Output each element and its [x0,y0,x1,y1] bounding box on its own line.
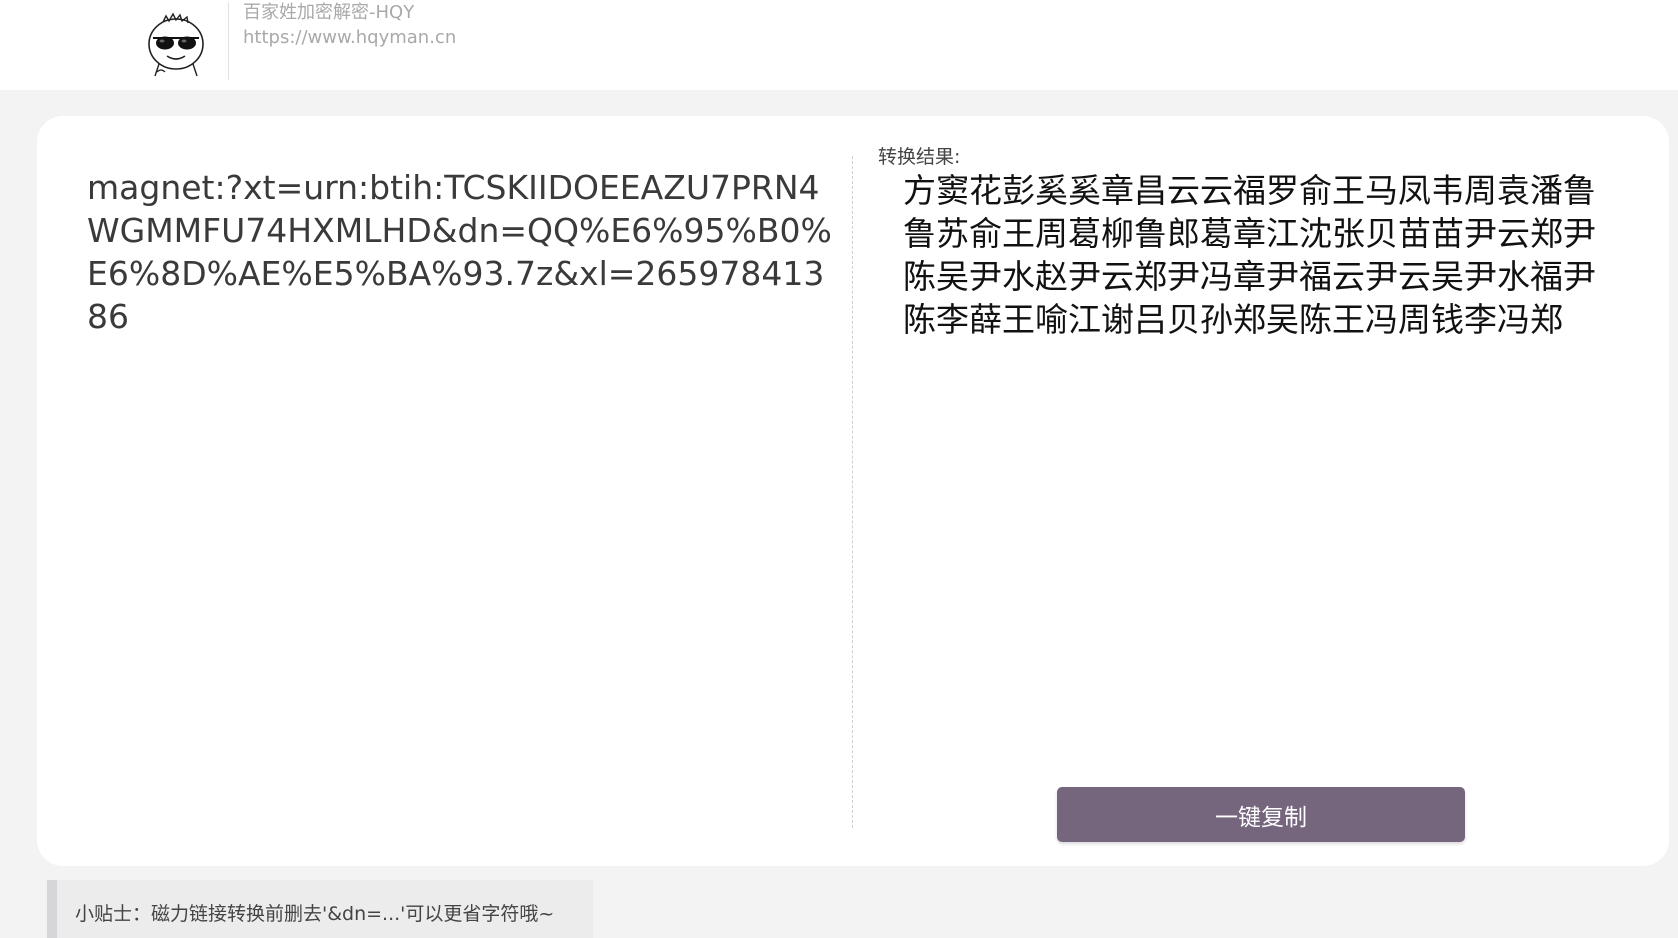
converter-card: magnet:?xt=urn:btih:TCSKIIDOEEAZU7PRN4WG… [37,116,1669,866]
result-output: 方窦花彭奚奚章昌云云福罗俞王马凤韦周袁潘鲁鲁苏俞王周葛柳鲁郎葛章江沈张贝苗苗尹云… [903,171,1596,339]
sunglasses-face-logo-icon[interactable] [145,10,207,78]
site-header: 百家姓加密解密-HQY https://www.hqyman.cn [0,0,1678,90]
header-divider [228,2,229,80]
copy-button[interactable]: 一键复制 [1057,787,1465,842]
site-title: 百家姓加密解密-HQY [243,2,415,23]
tip-text: 小贴士：磁力链接转换前删去'&dn=...'可以更省字符哦~ [75,903,555,925]
site-url-link[interactable]: https://www.hqyman.cn [243,27,456,49]
plaintext-input[interactable]: magnet:?xt=urn:btih:TCSKIIDOEEAZU7PRN4WG… [87,166,837,786]
panel-divider [852,156,853,828]
result-label: 转换结果: [878,146,961,168]
tip-box: 小贴士：磁力链接转换前删去'&dn=...'可以更省字符哦~ [47,880,593,938]
